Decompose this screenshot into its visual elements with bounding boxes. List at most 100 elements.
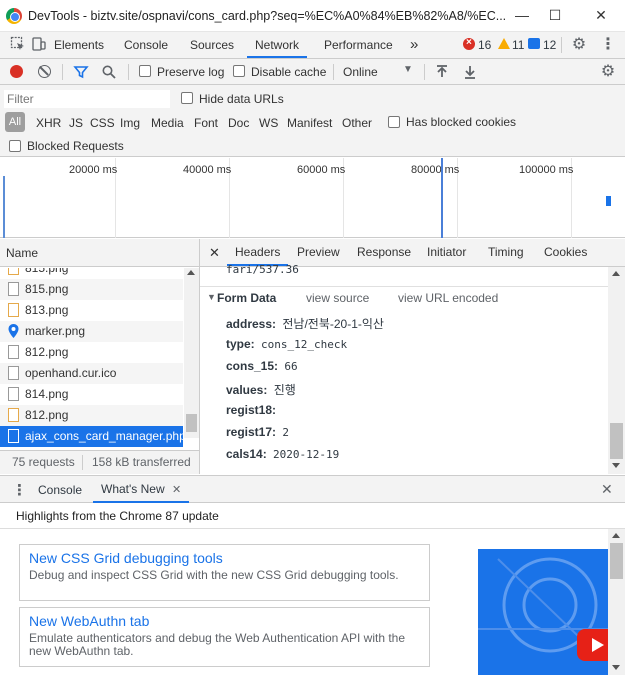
feature-card[interactable]: New CSS Grid debugging tools Debug and i… xyxy=(19,544,430,601)
filter-type-font[interactable]: Font xyxy=(194,116,218,130)
request-row[interactable]: 813.png xyxy=(0,300,183,321)
scrollbar-thumb[interactable] xyxy=(610,423,623,459)
error-count[interactable]: 16 xyxy=(478,38,491,52)
filter-bar: Hide data URLs All XHR JS CSS Img Media … xyxy=(0,85,625,157)
tab-sources[interactable]: Sources xyxy=(190,32,234,58)
close-details-button[interactable]: ✕ xyxy=(209,239,220,266)
preserve-log-checkbox[interactable] xyxy=(139,65,151,77)
device-toolbar-icon[interactable] xyxy=(30,36,48,54)
request-row[interactable]: 812.png xyxy=(0,405,183,426)
tab-timing[interactable]: Timing xyxy=(488,239,524,266)
map-marker-icon xyxy=(8,324,19,338)
search-icon[interactable] xyxy=(101,64,117,83)
scroll-up-arrow-icon[interactable] xyxy=(612,271,620,276)
message-count[interactable]: 12 xyxy=(543,38,556,52)
name-column-header[interactable]: Name xyxy=(0,239,199,267)
hide-data-urls-label: Hide data URLs xyxy=(199,92,284,106)
clear-icon[interactable] xyxy=(38,65,51,78)
request-row[interactable]: 812.png xyxy=(0,342,183,363)
toolbar-separator xyxy=(128,64,129,80)
drawer-menu-icon[interactable]: ⋮ xyxy=(12,481,27,499)
blocked-requests-checkbox[interactable] xyxy=(9,140,21,152)
form-data-key: address: xyxy=(226,317,277,331)
form-data-row: regist18: xyxy=(226,403,279,417)
video-thumbnail[interactable] xyxy=(478,549,612,675)
chevron-down-icon: ▼ xyxy=(403,64,413,75)
tab-network[interactable]: Network xyxy=(247,32,308,58)
request-activity-bar xyxy=(606,196,611,206)
feature-card[interactable]: New WebAuthn tab Emulate authenticators … xyxy=(19,607,430,667)
hide-data-urls-checkbox[interactable] xyxy=(181,92,193,104)
request-row[interactable]: openhand.cur.ico xyxy=(0,363,183,384)
window-title: DevTools - biztv.site/ospnavi/cons_card.… xyxy=(28,9,507,23)
close-drawer-button[interactable]: ✕ xyxy=(601,481,613,498)
filter-type-all[interactable]: All xyxy=(5,112,25,132)
filter-icon[interactable] xyxy=(73,64,89,83)
close-window-button[interactable]: ✕ xyxy=(589,4,613,26)
settings-gear-icon[interactable]: ⚙ xyxy=(570,36,588,54)
network-settings-gear-icon[interactable]: ⚙ xyxy=(599,63,617,81)
disable-cache-checkbox[interactable] xyxy=(233,65,245,77)
scroll-down-arrow-icon[interactable] xyxy=(612,463,620,468)
view-url-encoded-link[interactable]: view URL encoded xyxy=(398,291,498,305)
inspect-element-icon[interactable] xyxy=(9,36,27,54)
export-har-icon[interactable] xyxy=(463,64,477,83)
more-tabs-button[interactable]: » xyxy=(410,32,418,58)
filter-type-media[interactable]: Media xyxy=(151,116,184,130)
filter-type-doc[interactable]: Doc xyxy=(228,116,249,130)
filter-type-js[interactable]: JS xyxy=(69,116,83,130)
scrollbar-thumb[interactable] xyxy=(610,543,623,579)
scrollbar-thumb[interactable] xyxy=(186,414,197,432)
drawer-tab-console[interactable]: Console xyxy=(38,483,82,497)
scroll-up-arrow-icon[interactable] xyxy=(612,533,620,538)
tab-preview[interactable]: Preview xyxy=(297,239,340,266)
filter-type-img[interactable]: Img xyxy=(120,116,140,130)
scroll-up-arrow-icon[interactable] xyxy=(187,270,195,275)
section-divider xyxy=(200,286,608,287)
request-row[interactable]: 815.png xyxy=(0,279,183,300)
record-icon[interactable] xyxy=(10,65,23,78)
form-data-key: cals14: xyxy=(226,447,267,461)
file-icon xyxy=(8,429,19,443)
throttling-select[interactable]: Online ▼ xyxy=(337,61,417,82)
drawer-tab-whats-new[interactable]: What's New ✕ xyxy=(93,476,190,503)
expand-triangle-icon[interactable]: ▼ xyxy=(207,292,216,302)
filter-input[interactable] xyxy=(4,90,170,108)
view-source-link[interactable]: view source xyxy=(306,291,369,305)
tab-console[interactable]: Console xyxy=(124,32,168,58)
tab-elements[interactable]: Elements xyxy=(54,32,104,58)
form-data-key: type: xyxy=(226,337,255,351)
import-har-icon[interactable] xyxy=(435,64,449,83)
request-row[interactable]: 815.png xyxy=(0,268,183,279)
close-tab-icon[interactable]: ✕ xyxy=(172,484,181,496)
form-data-key: cons_15: xyxy=(226,359,279,373)
form-data-section-title[interactable]: Form Data xyxy=(217,291,276,305)
network-overview-timeline[interactable]: 20000 ms 40000 ms 60000 ms 80000 ms 1000… xyxy=(0,158,625,238)
request-row-selected[interactable]: ajax_cons_card_manager.php xyxy=(0,426,183,447)
tab-cookies[interactable]: Cookies xyxy=(544,239,587,266)
request-row[interactable]: 814.png xyxy=(0,384,183,405)
tab-initiator[interactable]: Initiator xyxy=(427,239,466,266)
request-row[interactable]: marker.png xyxy=(0,321,183,342)
filter-type-manifest[interactable]: Manifest xyxy=(287,116,332,130)
warning-count[interactable]: 11 xyxy=(512,38,524,52)
tab-response[interactable]: Response xyxy=(357,239,411,266)
request-list-scrollbar[interactable] xyxy=(184,268,199,438)
tab-performance[interactable]: Performance xyxy=(324,32,393,58)
filter-type-xhr[interactable]: XHR xyxy=(36,116,61,130)
minimize-button[interactable]: — xyxy=(510,4,534,26)
has-blocked-cookies-checkbox[interactable] xyxy=(388,116,400,128)
play-video-icon[interactable] xyxy=(577,629,612,661)
feature-card-title[interactable]: New CSS Grid debugging tools xyxy=(29,550,420,566)
feature-card-title[interactable]: New WebAuthn tab xyxy=(29,613,420,629)
filter-type-css[interactable]: CSS xyxy=(90,116,115,130)
scroll-down-arrow-icon[interactable] xyxy=(612,665,620,670)
maximize-button[interactable]: ☐ xyxy=(543,4,567,26)
request-name: ajax_cons_card_manager.php xyxy=(25,429,183,443)
request-list-pane: Name 815.png 815.png 813.png marker.png … xyxy=(0,239,200,474)
tab-headers[interactable]: Headers xyxy=(227,239,289,266)
filter-type-other[interactable]: Other xyxy=(342,116,372,130)
feature-card-description: Emulate authenticators and debug the Web… xyxy=(29,631,406,658)
customize-menu-icon[interactable]: ⋮ xyxy=(599,36,617,54)
filter-type-ws[interactable]: WS xyxy=(259,116,278,130)
